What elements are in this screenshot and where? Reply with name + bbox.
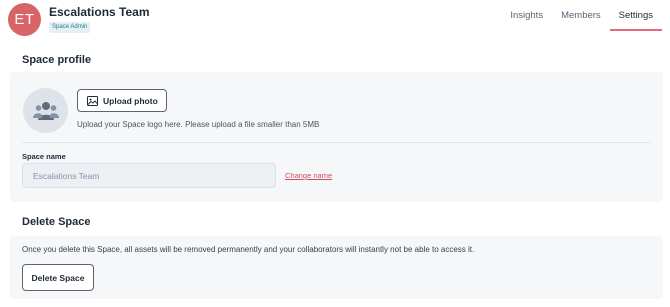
role-badge: Space Admin	[49, 22, 91, 33]
tab-bar: Insights Members Settings	[501, 0, 663, 31]
space-profile-card: Upload photo Upload your Space logo here…	[10, 72, 663, 202]
upload-photo-button[interactable]: Upload photo	[77, 89, 167, 112]
upload-hint: Upload your Space logo here. Please uplo…	[77, 120, 320, 129]
space-logo-placeholder	[23, 88, 68, 133]
change-name-link[interactable]: Change name	[285, 171, 332, 180]
avatar: ET	[8, 3, 41, 36]
tab-members[interactable]: Members	[552, 0, 610, 31]
tab-insights[interactable]: Insights	[501, 0, 552, 31]
group-icon	[32, 101, 59, 120]
image-icon	[87, 95, 98, 106]
delete-space-title: Delete Space	[22, 216, 91, 228]
delete-space-button[interactable]: Delete Space	[22, 264, 94, 291]
upload-photo-label: Upload photo	[103, 95, 158, 106]
delete-space-description: Once you delete this Space, all assets w…	[22, 245, 475, 254]
team-name: Escalations Team	[49, 5, 150, 19]
divider	[22, 142, 651, 143]
space-profile-title: Space profile	[22, 54, 92, 66]
space-name-label: Space name	[22, 152, 66, 161]
space-header: ET Escalations Team Space Admin Insights…	[0, 0, 670, 38]
delete-space-card: Once you delete this Space, all assets w…	[10, 236, 663, 299]
tab-settings[interactable]: Settings	[609, 0, 663, 31]
space-name-input[interactable]	[22, 163, 276, 188]
